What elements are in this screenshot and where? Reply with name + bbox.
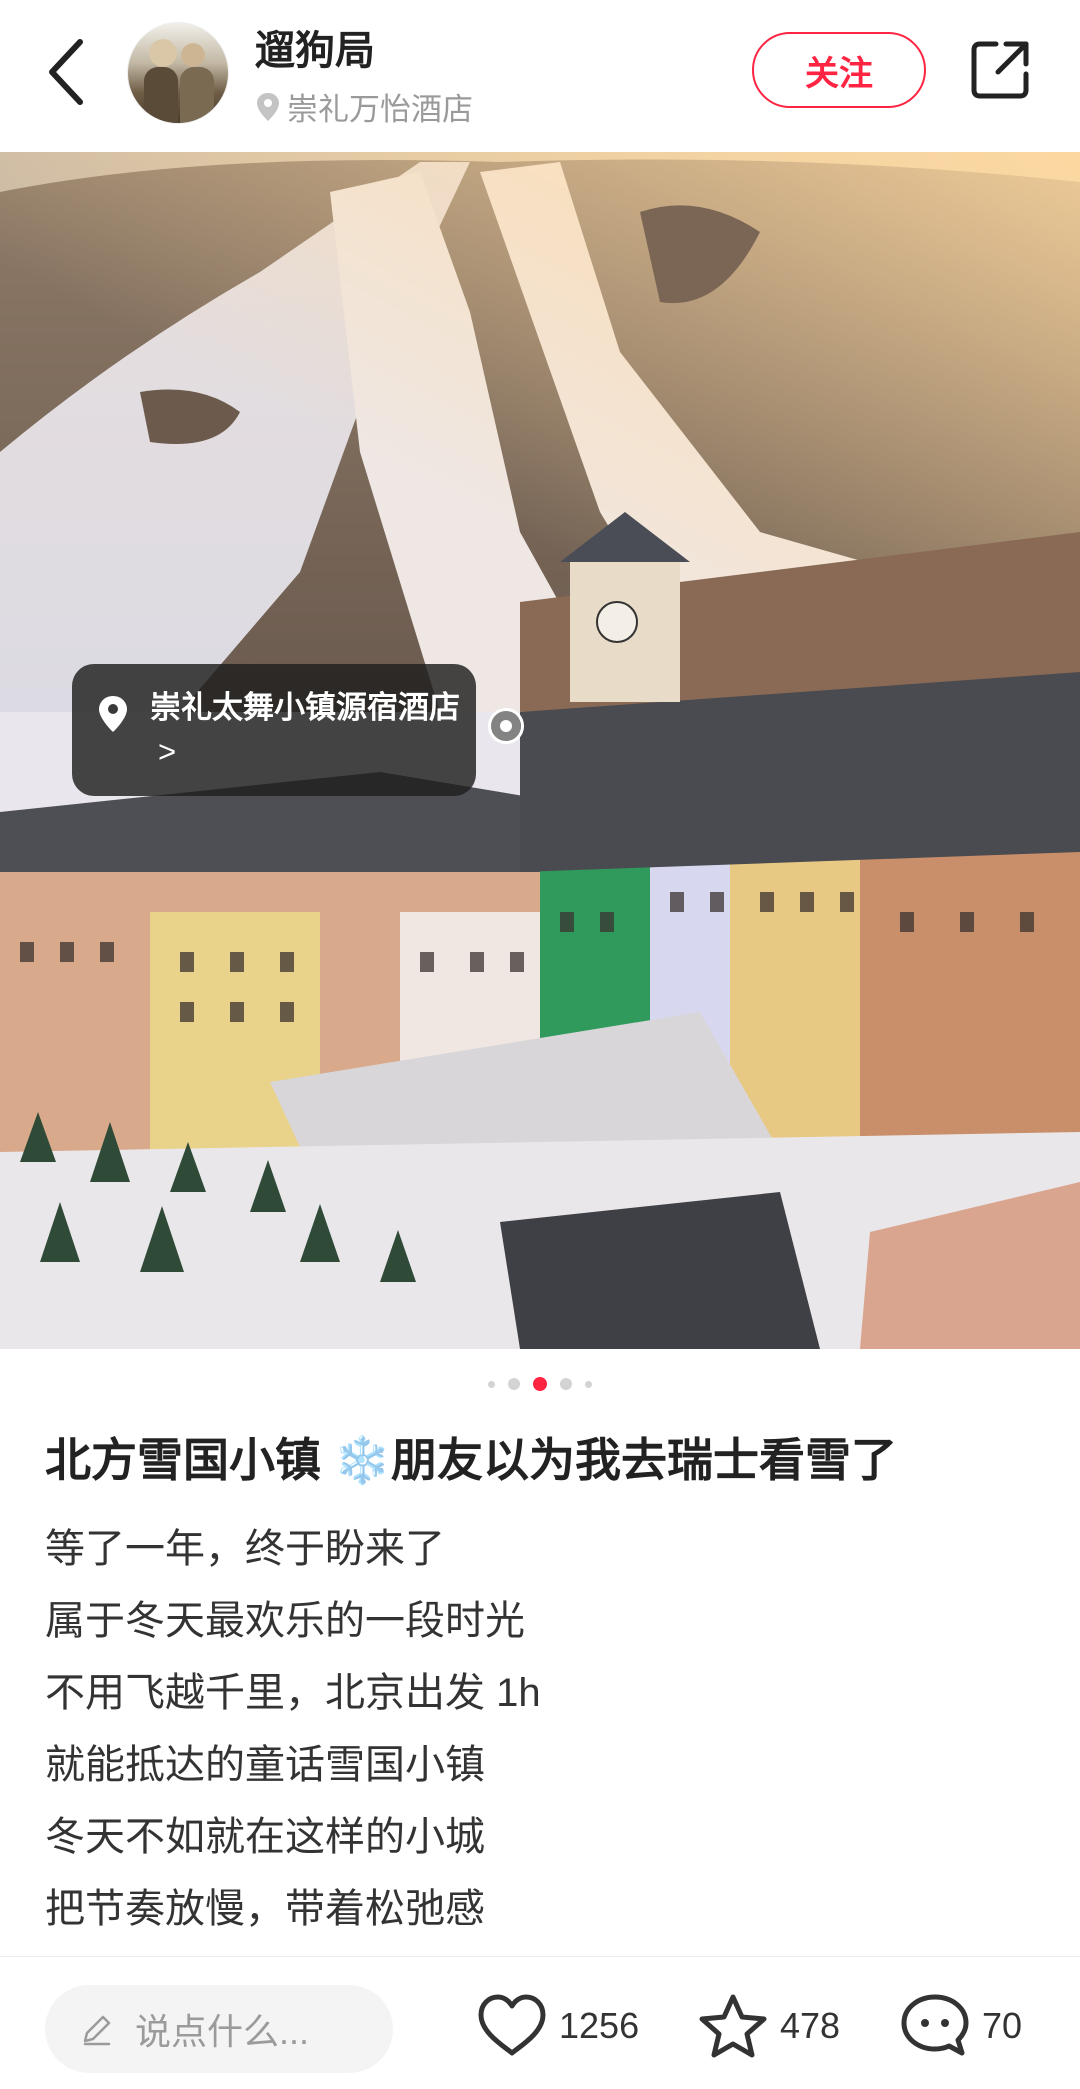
note-header: 遛狗局 崇礼万怡酒店 关注 bbox=[0, 0, 1080, 152]
carousel-indicator bbox=[0, 1377, 1080, 1391]
carousel-dot bbox=[585, 1380, 592, 1388]
user-name[interactable]: 遛狗局 bbox=[255, 18, 375, 76]
collect-count: 478 bbox=[780, 2005, 841, 2046]
poi-tag-label: 崇礼太舞小镇源宿酒店> bbox=[150, 686, 460, 774]
star-icon bbox=[699, 1994, 767, 2058]
bottom-action-bar: 说点什么... 1256 478 70 bbox=[0, 1956, 1080, 2089]
poi-tag[interactable]: 崇礼太舞小镇源宿酒店> bbox=[72, 664, 476, 796]
like-button[interactable]: 1256 bbox=[477, 1993, 639, 2059]
location-pin-icon bbox=[99, 696, 127, 732]
pencil-icon bbox=[83, 2015, 111, 2046]
carousel-dot bbox=[560, 1378, 572, 1390]
carousel-dot bbox=[508, 1378, 520, 1390]
note-line: 不用飞越千里，北京出发 1h bbox=[45, 1671, 541, 1715]
location-text: 崇礼万怡酒店 bbox=[287, 92, 473, 127]
note-line: 冬天不如就在这样的小城 bbox=[45, 1815, 485, 1859]
carousel-dot bbox=[488, 1380, 495, 1388]
collect-button[interactable]: 478 bbox=[698, 1993, 840, 2059]
comment-placeholder: 说点什么... bbox=[135, 2011, 310, 2052]
comment-input[interactable]: 说点什么... bbox=[45, 1985, 393, 2073]
note-line: 就能抵达的童话雪国小镇 bbox=[45, 1743, 485, 1787]
comment-count: 70 bbox=[982, 2005, 1023, 2046]
heart-icon bbox=[478, 1994, 546, 2056]
location-pin-icon bbox=[257, 92, 279, 121]
carousel-dot-active bbox=[533, 1377, 547, 1391]
poi-anchor-dot bbox=[488, 708, 524, 744]
note-line: 等了一年，终于盼来了 bbox=[45, 1527, 445, 1571]
note-photo[interactable]: 崇礼太舞小镇源宿酒店> bbox=[0, 152, 1080, 1349]
avatar[interactable] bbox=[127, 22, 229, 124]
note-body: 等了一年，终于盼来了 属于冬天最欢乐的一段时光 不用飞越千里，北京出发 1h 就… bbox=[45, 1513, 1045, 1945]
like-count: 1256 bbox=[559, 2005, 640, 2046]
comment-button[interactable]: 70 bbox=[900, 1993, 1022, 2059]
chevron-right-icon: > bbox=[158, 734, 177, 769]
back-arrow-icon[interactable] bbox=[44, 36, 88, 108]
share-icon[interactable] bbox=[970, 38, 1032, 100]
note-line: 把节奏放慢，带着松弛感 bbox=[45, 1887, 485, 1931]
location-row[interactable]: 崇礼万怡酒店 bbox=[255, 84, 473, 129]
note-line: 属于冬天最欢乐的一段时光 bbox=[45, 1599, 525, 1643]
comment-bubble-icon bbox=[901, 1994, 969, 2056]
note-title: 北方雪国小镇 ❄️朋友以为我去瑞士看雪了 bbox=[45, 1434, 898, 1486]
follow-button[interactable]: 关注 bbox=[752, 32, 926, 108]
